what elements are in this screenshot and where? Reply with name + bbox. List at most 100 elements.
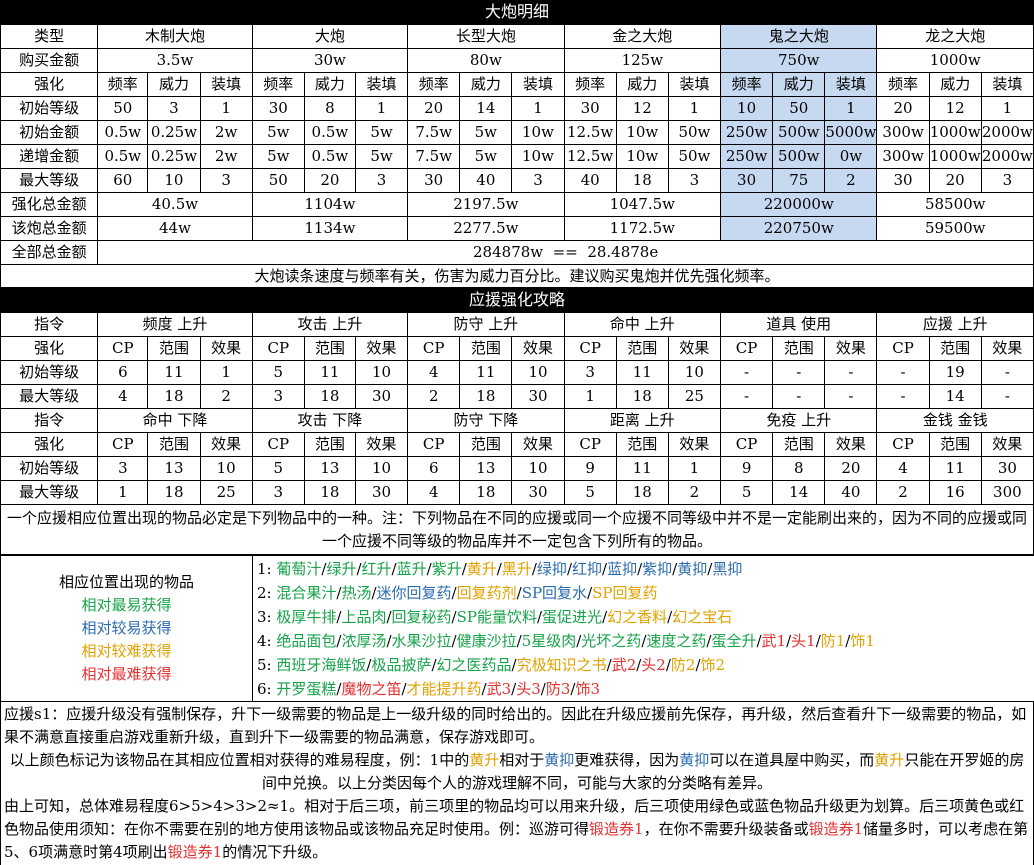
col-header: 频率 (876, 72, 930, 97)
desc-segment: 以上颜色标记为该物品在其相应位置相对获得的难易程度，例：1中的 (9, 751, 470, 769)
value-cell: 3 (563, 360, 617, 385)
col-header: 装填 (667, 72, 722, 97)
value-cell: 3 (251, 384, 305, 409)
support-name: 道具 使用 (720, 312, 878, 337)
value-cell: 5w (459, 144, 513, 169)
support-name: 命中 下降 (97, 408, 253, 433)
col-header: CP (407, 336, 461, 361)
value-cell: 10 (720, 96, 774, 121)
value-cell: 8 (772, 456, 826, 481)
value-cell: 250w (720, 120, 774, 145)
value-cell: 14 (772, 480, 826, 505)
col-header: 效果 (824, 336, 878, 361)
value-cell: 11 (615, 360, 669, 385)
row-cmd: 指令 频度 上升 攻击 上升 防守 上升 命中 上升 道具 使用 应援 上升 (0, 312, 1034, 337)
support-name: 防守 上升 (407, 312, 565, 337)
col-header: 范围 (615, 432, 669, 457)
col-header: 范围 (303, 432, 356, 457)
row-init: 初始等级 3 13 10 5 13 10 6 13 10 9 11 1 9 8 20 4 11 30 (0, 456, 1034, 481)
row-label: 强化总金额 (0, 192, 99, 217)
item-name: 魔物之笛 (341, 679, 402, 698)
item-row-number: 3: (257, 607, 277, 626)
enh-total: 40.5w (97, 192, 253, 217)
row-label: 初始等级 (0, 96, 99, 121)
value-cell: 30 (407, 168, 461, 193)
value-cell: 50 (97, 96, 149, 121)
item-name: 开罗蛋糕 (276, 679, 337, 698)
value-cell: 1 (667, 96, 722, 121)
value-cell: 1000w (928, 144, 982, 169)
cannon-name: 龙之大炮 (876, 24, 1034, 49)
item-row: 6: 开罗蛋糕/魔物之笛/才能提升药/武3/头3/防3/饰3 (257, 677, 1034, 701)
value-cell: 30 (563, 96, 617, 121)
item-row-number: 2: (257, 583, 277, 602)
row-max: 最大等级 1 18 25 3 18 30 4 18 30 5 18 2 5 14 40 2 16 300 (0, 480, 1034, 505)
value-cell: 13 (459, 456, 513, 481)
col-header: 威力 (147, 72, 201, 97)
value-cell: 30 (354, 480, 409, 505)
value-cell: 3 (980, 168, 1034, 193)
cannon-table-title: 大炮明细 (0, 0, 1034, 24)
value-cell: 6 (97, 360, 149, 385)
item-row-number: 1: (257, 559, 277, 578)
gun-total: 44w (97, 216, 253, 241)
value-cell: 3 (511, 168, 565, 193)
item-name: 武3 (486, 679, 512, 698)
value-cell: 1 (667, 456, 722, 481)
value-cell: 5000w (824, 120, 878, 145)
desc-p2: 以上颜色标记为该物品在其相应位置相对获得的难易程度，例：1中的黄升相对于黄抑更难… (4, 749, 1030, 795)
row-gun-total: 该炮总金额 44w 1134w 2277.5w 1172.5w 220750w 59500w (0, 216, 1034, 241)
desc-segment: 黄抑 (544, 751, 575, 769)
col-header: 威力 (303, 72, 356, 97)
col-header: 范围 (928, 432, 982, 457)
item-name: 黑升 (501, 559, 532, 578)
support-name: 距离 上升 (563, 408, 722, 433)
value-cell: 5 (720, 480, 774, 505)
value-cell: 30 (720, 168, 774, 193)
col-header: CP (563, 336, 617, 361)
desc-segment: 更难获得，因为 (574, 751, 680, 769)
desc-segment: 锻造券1 (808, 820, 864, 838)
item-name: 幻之医药品 (436, 655, 512, 674)
value-cell: 18 (303, 384, 356, 409)
col-header: 效果 (980, 336, 1034, 361)
value-cell: 7.5w (407, 144, 461, 169)
col-header: 频率 (97, 72, 149, 97)
support-name: 频度 上升 (97, 312, 253, 337)
col-header: CP (720, 336, 774, 361)
value-cell: 5 (251, 456, 305, 481)
item-name: 幻之宝石 (672, 607, 733, 626)
row-label: 强化 (0, 336, 99, 361)
col-header: 效果 (199, 336, 253, 361)
value-cell: 9 (563, 456, 617, 481)
value-cell: 16 (928, 480, 982, 505)
value-cell: 2000w (980, 120, 1034, 145)
value-cell: 1 (199, 96, 253, 121)
value-cell: 300w (876, 120, 930, 145)
value-cell: 30 (511, 384, 565, 409)
value-cell: 0.5w (97, 144, 149, 169)
gun-total: 1172.5w (563, 216, 722, 241)
value-cell: 300 (980, 480, 1034, 505)
item-name: 头2 (641, 655, 666, 674)
item-name: SP回复水 (521, 583, 588, 602)
support-name: 攻击 下降 (251, 408, 409, 433)
value-cell: 11 (147, 360, 201, 385)
item-name: 绝品面包 (276, 631, 337, 650)
value-cell: 20 (876, 96, 930, 121)
item-name: 葡萄汁 (276, 559, 322, 578)
cannon-buy: 80w (407, 48, 565, 73)
value-cell: 50w (667, 144, 722, 169)
value-cell: 1 (980, 96, 1034, 121)
cannon-name: 鬼之大炮 (720, 24, 878, 49)
item-name: 混合果汁 (276, 583, 337, 602)
legend-easiest: 相对最易获得 (81, 596, 172, 614)
row-init-lv: 初始等级 50 3 1 30 8 1 20 14 1 30 12 1 10 50 1 20 12 1 (0, 96, 1034, 121)
row-label: 递增金额 (0, 144, 99, 169)
value-cell: 13 (147, 456, 201, 481)
value-cell: 2 (667, 480, 722, 505)
value-cell: 25 (199, 480, 253, 505)
desc-segment: 可以在道具屋中购买，而 (709, 751, 875, 769)
value-cell: 5 (563, 480, 617, 505)
value-cell: 3 (667, 168, 722, 193)
